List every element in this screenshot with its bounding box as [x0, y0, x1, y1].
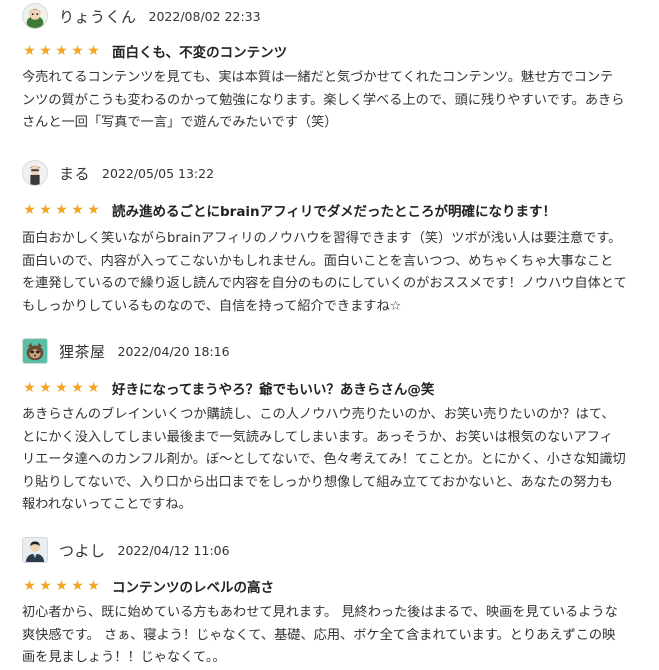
review-title: コンテンツのレベルの高さ — [112, 580, 274, 596]
review-rating-row: ★ ★ ★ ★ ★ 面白くも、不変のコンテンツ — [22, 41, 287, 61]
review-header: つよし 2022/04/12 11:06 — [22, 536, 230, 564]
star-icon: ★ — [87, 380, 100, 396]
review-username[interactable]: つよし — [59, 540, 106, 561]
review-rating-row: ★ ★ ★ ★ ★ コンテンツのレベルの高さ — [22, 576, 274, 596]
star-icon: ★ — [39, 380, 52, 396]
review-body: 面白おかしく笑いながらbrainアフィリのノウハウを習得できます（笑）ツボが浅い… — [22, 231, 627, 314]
person-avatar-icon[interactable] — [22, 160, 48, 186]
review-date: 2022/05/05 13:22 — [102, 165, 215, 181]
review-username[interactable]: まる — [59, 163, 90, 184]
review-username[interactable]: 狸茶屋 — [59, 341, 106, 362]
review-username[interactable]: りょうくん — [59, 6, 137, 27]
review-header: まる 2022/05/05 13:22 — [22, 159, 214, 187]
review-rating-row: ★ ★ ★ ★ ★ 好きになってまうやろ？爺でもいい？あきらさん@笑 — [22, 378, 434, 398]
star-rating: ★ ★ ★ ★ ★ — [22, 579, 101, 593]
review-date: 2022/04/20 18:16 — [117, 343, 230, 359]
star-icon: ★ — [23, 43, 36, 59]
review-body: 今売れてるコンテンツを見ても、実は本質は一緒だと気づかせてくれたコンテンツ。魅せ… — [22, 70, 625, 130]
review-date: 2022/08/02 22:33 — [148, 8, 261, 24]
star-rating: ★ ★ ★ ★ ★ — [22, 44, 101, 58]
star-icon: ★ — [71, 578, 84, 594]
review-title: 面白くも、不変のコンテンツ — [112, 45, 288, 61]
review-body: あきらさんのブレインいくつか購読し、この人ノウハウ売りたいのか、お笑い売りたいの… — [22, 407, 626, 512]
star-icon: ★ — [71, 43, 84, 59]
star-icon: ★ — [71, 380, 84, 396]
star-icon: ★ — [23, 578, 36, 594]
man-in-suit-avatar-icon[interactable] — [22, 537, 48, 563]
star-icon: ★ — [23, 380, 36, 396]
star-rating: ★ ★ ★ ★ ★ — [22, 381, 101, 395]
star-rating: ★ ★ ★ ★ ★ — [22, 203, 101, 217]
star-icon: ★ — [87, 578, 100, 594]
review-header: 狸茶屋 2022/04/20 18:16 — [22, 337, 230, 365]
star-icon: ★ — [55, 578, 68, 594]
star-icon: ★ — [55, 380, 68, 396]
star-icon: ★ — [55, 43, 68, 59]
review-rating-row: ★ ★ ★ ★ ★ 読み進めるごとにbrainアフィリでダメだったところが明確に… — [22, 200, 556, 220]
star-icon: ★ — [87, 202, 100, 218]
green-character-avatar-icon[interactable] — [22, 3, 48, 29]
star-icon: ★ — [39, 43, 52, 59]
review-date: 2022/04/12 11:06 — [117, 542, 230, 558]
review-header: りょうくん 2022/08/02 22:33 — [22, 2, 261, 30]
review-title: 好きになってまうやろ？爺でもいい？あきらさん@笑 — [112, 382, 435, 398]
tanuki-avatar-icon[interactable] — [22, 338, 48, 364]
star-icon: ★ — [55, 202, 68, 218]
star-icon: ★ — [87, 43, 100, 59]
review-title: 読み進めるごとにbrainアフィリでダメだったところが明確になります！ — [112, 204, 556, 220]
star-icon: ★ — [39, 578, 52, 594]
star-icon: ★ — [71, 202, 84, 218]
star-icon: ★ — [39, 202, 52, 218]
star-icon: ★ — [23, 202, 36, 218]
review-body: 初心者から、既に始めている方もあわせて見れます。 見終わった後はまるで、映画を見… — [22, 605, 618, 665]
